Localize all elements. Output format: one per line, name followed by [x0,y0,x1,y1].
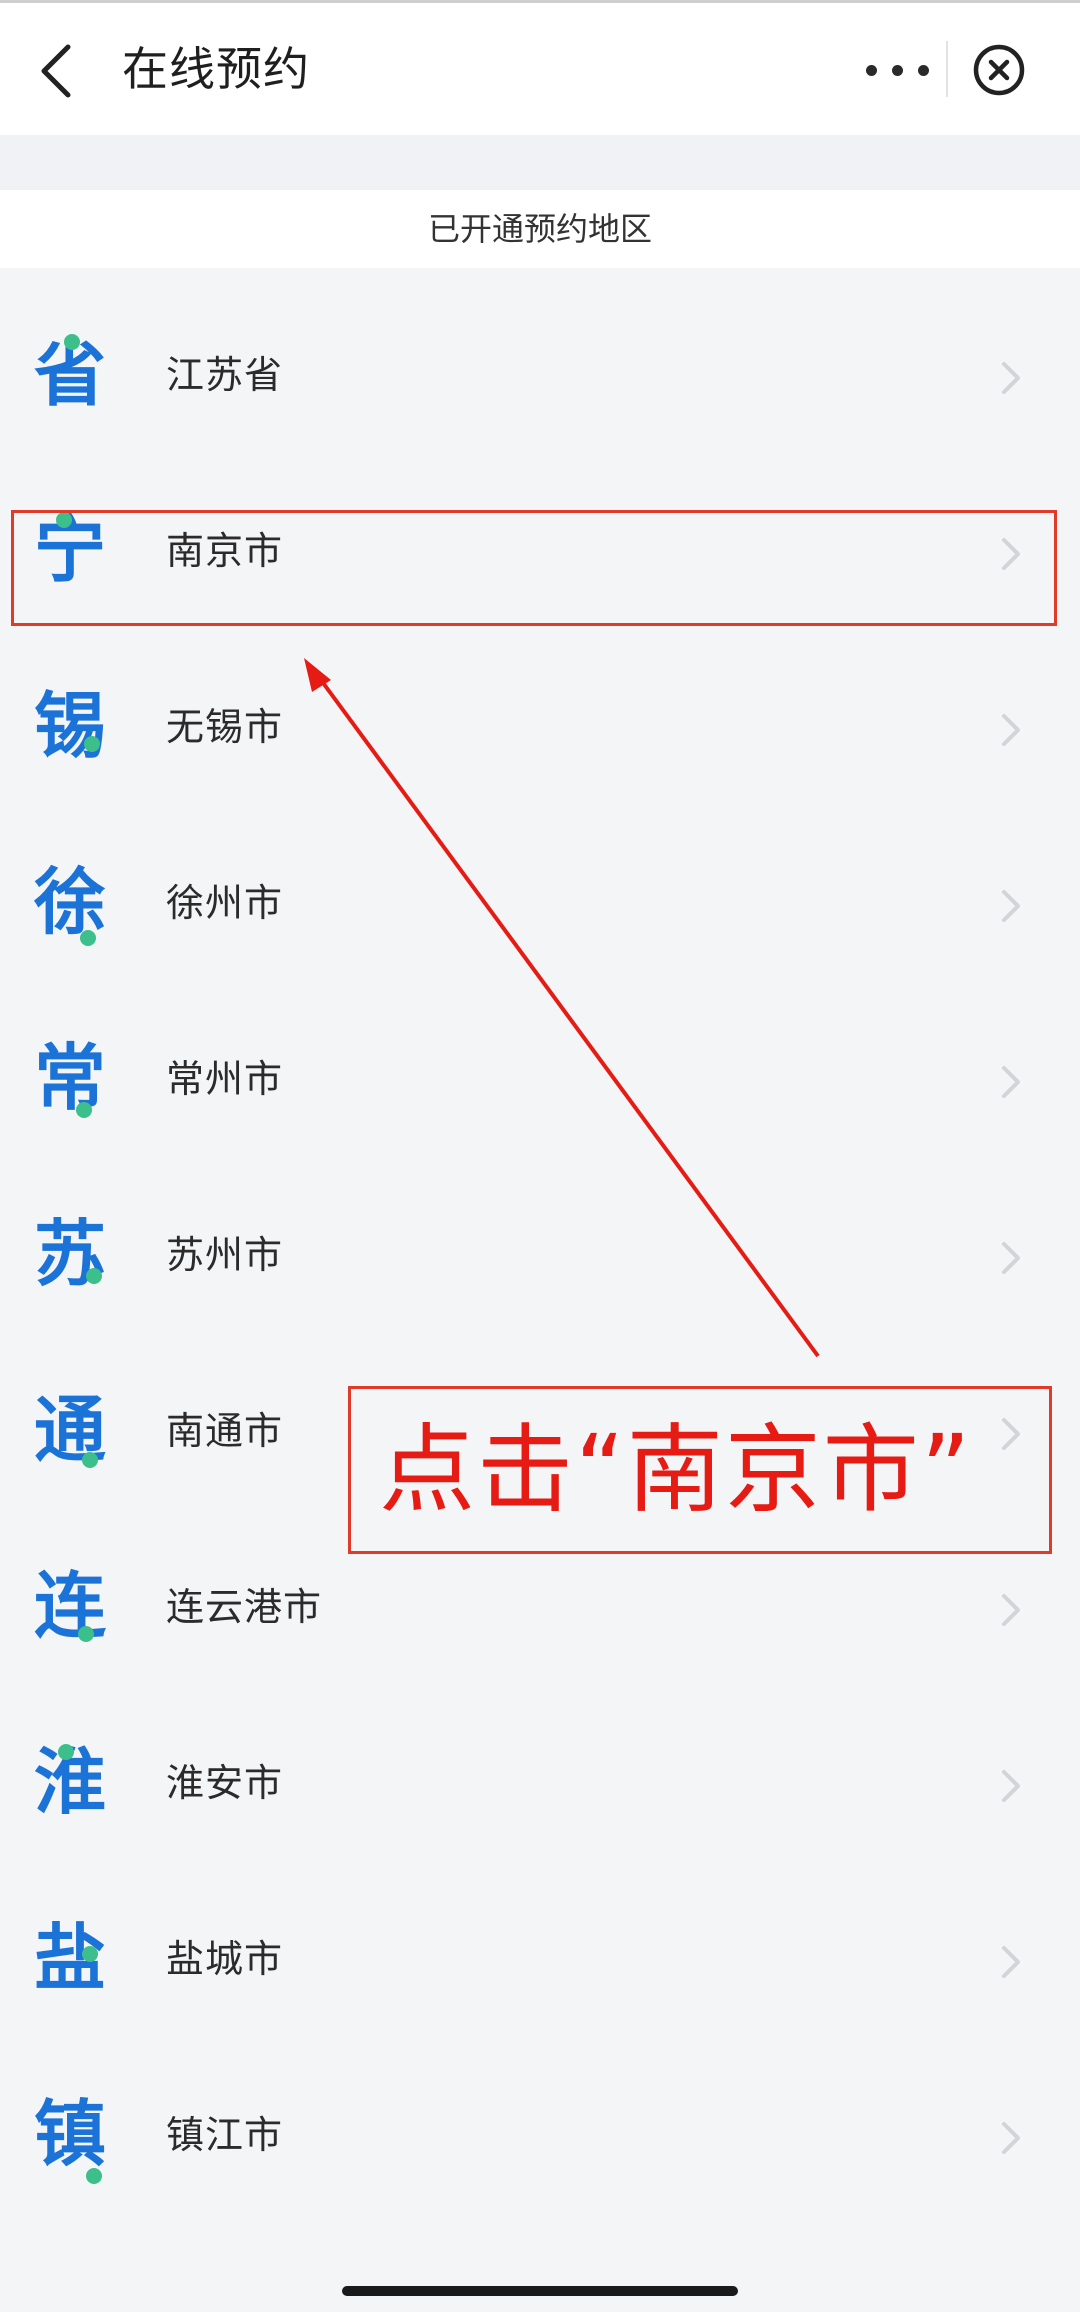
annotation-text: 点击“南京市” [379,1414,973,1526]
annotation-box: 点击“南京市” [348,1386,1052,1554]
home-indicator[interactable] [342,2286,738,2296]
annotation-arrow [304,658,820,1358]
